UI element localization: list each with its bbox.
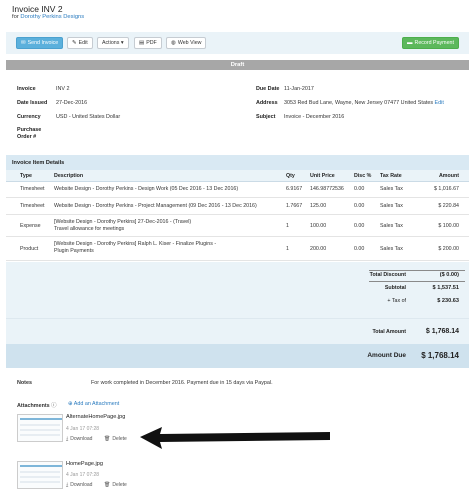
arrow-shape (140, 427, 330, 449)
annotation-arrow (140, 427, 330, 449)
